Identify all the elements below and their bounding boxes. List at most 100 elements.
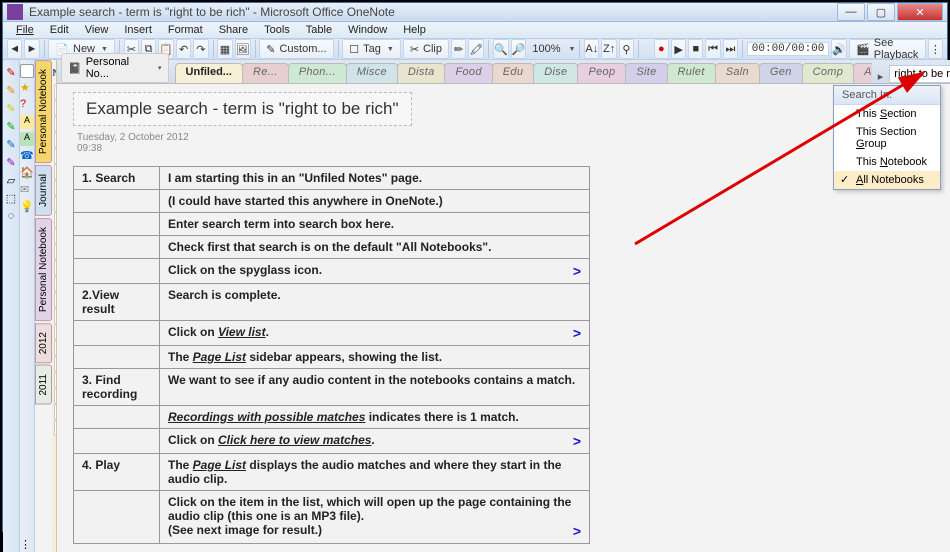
page-title[interactable]: Example search - term is "right to be ri… [73,92,412,126]
arrow-link-icon[interactable]: > [573,325,581,341]
arrow-link-icon[interactable]: > [573,523,581,539]
table-icon[interactable]: ▦ [217,39,232,59]
table-row[interactable]: 1. SearchI am starting this in an "Unfil… [74,167,590,190]
table-row[interactable]: 2.View resultSearch is complete. [74,284,590,321]
table-cell[interactable] [74,236,160,259]
table-row[interactable]: Enter search term into search box here. [74,213,590,236]
table-cell[interactable]: 4. Play [74,454,160,491]
notebook-tab-2[interactable]: Personal Notebook [35,218,52,321]
section-tab[interactable]: Gen [759,63,803,83]
table-cell[interactable]: Click on View list.> [160,321,590,346]
tag-todo-icon[interactable] [20,64,34,78]
table-cell[interactable]: 3. Find recording [74,369,160,406]
redo-icon[interactable]: ↷ [193,39,208,59]
table-row[interactable]: The Page List sidebar appears, showing t… [74,346,590,369]
table-cell[interactable] [74,259,160,284]
ffwd-icon[interactable]: ⏭ [723,39,738,59]
notebook-dropdown[interactable]: 📓Personal No...▾ [61,53,169,83]
tag-a-icon[interactable]: A [20,115,34,129]
record-icon[interactable]: ● [654,39,669,59]
menu-tools[interactable]: Tools [257,22,297,38]
see-playback-button[interactable]: 🎬 See Playback [849,39,926,59]
menu-format[interactable]: Format [161,22,210,38]
table-cell[interactable]: 2.View result [74,284,160,321]
arrow-link-icon[interactable]: > [573,433,581,449]
tag-question-icon[interactable]: ? [20,98,34,112]
table-cell[interactable]: Enter search term into search box here. [160,213,590,236]
table-cell[interactable] [74,429,160,454]
notebook-tab-4[interactable]: 2011 [35,365,52,405]
tag-a2-icon[interactable]: A [20,132,34,146]
clip-button[interactable]: ✂ Clip [403,39,449,59]
tag-home-icon[interactable]: 🏠 [20,166,34,180]
lasso-icon[interactable]: ◌ [3,208,19,224]
sort-icon[interactable]: A↓ [584,39,599,59]
section-tab[interactable]: Aaa [853,63,872,83]
custom-button[interactable]: ✎ Custom... [259,39,333,59]
maximize-button[interactable]: ▢ [867,3,895,21]
tag-lightbulb-icon[interactable]: 💡 [20,200,34,214]
undo-icon[interactable]: ↶ [176,39,191,59]
menu-file[interactable]: File [9,22,41,38]
table-cell[interactable]: I am starting this in an "Unfiled Notes"… [160,167,590,190]
menu-insert[interactable]: Insert [117,22,159,38]
table-cell[interactable]: Click on the spyglass icon.> [160,259,590,284]
pen-orange-icon[interactable]: ✎ [3,82,19,98]
table-cell[interactable]: We want to see if any audio content in t… [160,369,590,406]
notebook-tab-1[interactable]: Journal [35,165,52,216]
tag-button[interactable]: ☐ Tag▼ [342,39,401,59]
forward-button[interactable]: ► [24,39,39,59]
table-cell[interactable] [74,406,160,429]
section-tab[interactable]: Re... [242,63,289,83]
table-cell[interactable] [74,346,160,369]
pen-yellow-icon[interactable]: ✎ [3,100,19,116]
pen-red-icon[interactable]: ✎ [3,64,19,80]
stop-icon[interactable]: ■ [688,39,703,59]
table-cell[interactable]: (I could have started this anywhere in O… [160,190,590,213]
section-tab[interactable]: Dise [533,63,578,83]
table-row[interactable]: Click on Click here to view matches.> [74,429,590,454]
table-row[interactable]: Check first that search is on the defaul… [74,236,590,259]
section-tab[interactable]: Saln [715,63,760,83]
tag-mail-icon[interactable]: ✉ [20,183,34,197]
close-button[interactable]: ✕ [897,3,943,21]
search-input[interactable] [889,65,950,83]
table-cell[interactable]: The Page List displays the audio matches… [160,454,590,491]
table-cell[interactable] [74,321,160,346]
minimize-button[interactable]: — [837,3,865,21]
find-icon[interactable]: ⚲ [619,39,634,59]
zoom-in-icon[interactable]: 🔎 [511,39,527,59]
menu-edit[interactable]: Edit [43,22,76,38]
table-row[interactable]: 3. Find recordingWe want to see if any a… [74,369,590,406]
zoom-value[interactable]: 100% [528,43,564,55]
image-icon[interactable]: 🖼 [235,39,251,59]
table-cell[interactable]: Recordings with possible matches indicat… [160,406,590,429]
selection-icon[interactable]: ⬚ [3,190,19,206]
pen-purple-icon[interactable]: ✎ [3,154,19,170]
section-tab[interactable]: Misce [346,63,398,83]
page-canvas[interactable]: Example search - term is "right to be ri… [57,84,950,552]
table-cell[interactable]: Click on Click here to view matches.> [160,429,590,454]
table-cell[interactable]: Search is complete. [160,284,590,321]
tag-star-icon[interactable]: ★ [20,81,34,95]
table-row[interactable]: Recordings with possible matches indicat… [74,406,590,429]
pen-green-icon[interactable]: ✎ [3,118,19,134]
table-cell[interactable]: Check first that search is on the defaul… [160,236,590,259]
zoom-out-icon[interactable]: 🔍 [493,39,509,59]
search-scope-item[interactable]: This Section Group [834,123,940,153]
table-cell[interactable] [74,213,160,236]
table-row[interactable]: 4. PlayThe Page List displays the audio … [74,454,590,491]
table-row[interactable]: Click on the spyglass icon.> [74,259,590,284]
section-tab[interactable]: Edu [492,63,534,83]
table-cell[interactable] [74,190,160,213]
note-table[interactable]: 1. SearchI am starting this in an "Unfil… [73,166,590,544]
table-row[interactable]: (I could have started this anywhere in O… [74,190,590,213]
highlight-icon[interactable]: 🖍 [468,39,484,59]
search-scope-item[interactable]: This Section [834,105,940,123]
tag-more-icon[interactable]: ⋮ [20,538,34,552]
section-tab[interactable]: Peop [577,63,626,83]
section-tab[interactable]: Rulet [667,63,716,83]
section-tab[interactable]: Dista [397,63,446,83]
table-row[interactable]: Click on the item in the list, which wil… [74,491,590,544]
section-tab[interactable]: Food [444,63,492,83]
